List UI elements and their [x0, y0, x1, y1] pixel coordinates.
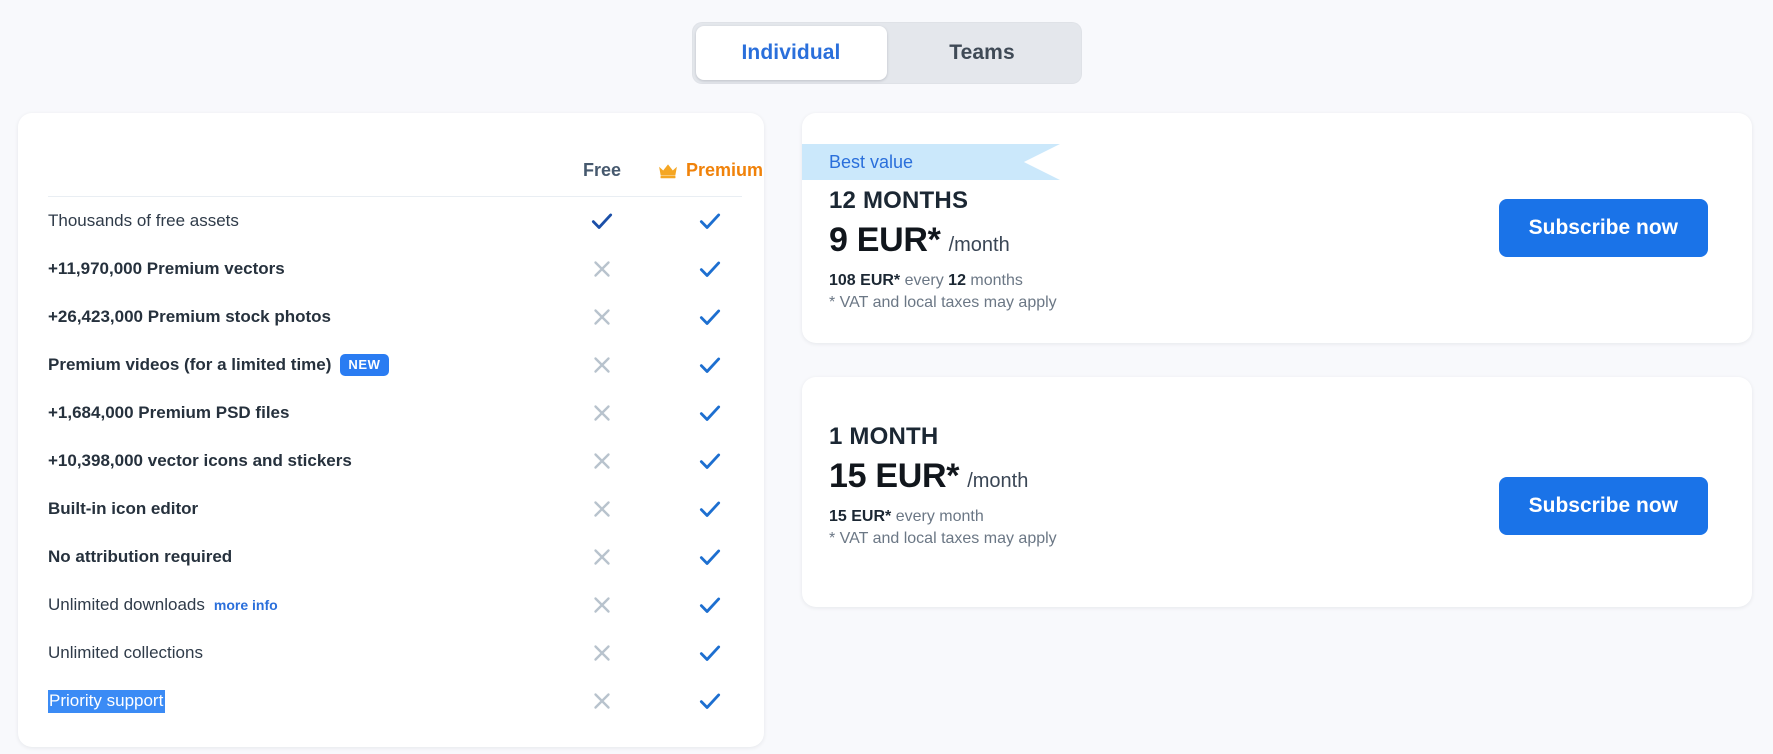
feature-comparison-card: Free Premium Thousands of free assets +11…: [18, 113, 764, 747]
check-icon-premium: [656, 256, 764, 282]
cross-icon-free: [548, 544, 656, 570]
plan-price-period: /month: [967, 470, 1029, 492]
plan-audience-switch: Individual Teams: [691, 22, 1082, 84]
feature-label-text: Priority support: [48, 689, 166, 713]
feature-label: +10,398,000 vector icons and stickers: [48, 451, 548, 471]
plan-billing-amount: 15 EUR*: [829, 508, 892, 525]
feature-row: No attribution required: [18, 533, 764, 581]
feature-label: Priority support: [48, 689, 548, 713]
feature-label: Premium videos (for a limited time) NEW: [48, 354, 548, 376]
feature-label-text: Premium videos (for a limited time): [48, 355, 332, 374]
feature-row: Thousands of free assets: [18, 197, 764, 245]
plan-price-period: /month: [948, 234, 1010, 256]
check-icon-premium: [656, 304, 764, 330]
column-header-premium-label: Premium: [685, 160, 764, 180]
cross-icon-free: [548, 496, 656, 522]
feature-row: Unlimited downloads more info: [18, 581, 764, 629]
check-icon-premium: [656, 400, 764, 426]
feature-label-text: Thousands of free assets: [48, 211, 239, 230]
plan-price-line: 15 EUR* /month: [829, 457, 1057, 496]
plan-price: 9 EUR*: [829, 221, 941, 259]
feature-label-text: Unlimited downloads: [48, 595, 205, 614]
feature-label: Built-in icon editor: [48, 499, 548, 519]
feature-label-text: Unlimited collections: [48, 643, 203, 662]
crown-icon: [657, 163, 679, 179]
check-icon-premium: [656, 640, 764, 666]
column-header-premium: Premium: [656, 160, 764, 185]
plan-card: Best value 12 MONTHS 9 EUR* /month 108 EUR* …: [802, 113, 1752, 343]
feature-label-text: +10,398,000 vector icons and stickers: [48, 451, 352, 470]
cross-icon-free: [548, 688, 656, 714]
feature-row: +26,423,000 Premium stock photos: [18, 293, 764, 341]
feature-row: +10,398,000 vector icons and stickers: [18, 437, 764, 485]
feature-row: Unlimited collections: [18, 629, 764, 677]
check-icon-premium: [656, 688, 764, 714]
plan-term: 12 MONTHS: [829, 187, 969, 214]
cross-icon-free: [548, 400, 656, 426]
cross-icon-free: [548, 256, 656, 282]
plan-vat-note: * VAT and local taxes may apply: [829, 294, 1057, 311]
plan-billing-amount: 108 EUR*: [829, 272, 901, 289]
cross-icon-free: [548, 352, 656, 378]
feature-label-text: +1,684,000 Premium PSD files: [48, 403, 290, 422]
check-icon-premium: [656, 448, 764, 474]
tab-teams[interactable]: Teams: [887, 26, 1078, 80]
plan-details: 12 MONTHS 9 EUR* /month 108 EUR* every 12 m…: [829, 187, 1057, 312]
feature-label-text: +11,970,000 Premium vectors: [48, 259, 285, 278]
feature-label: +26,423,000 Premium stock photos: [48, 307, 548, 327]
feature-row-list: Thousands of free assets +11,970,000 Prem…: [18, 197, 764, 725]
plan-audience-switch-wrapper: Individual Teams: [0, 22, 1773, 84]
column-header-free: Free: [582, 160, 622, 180]
cross-icon-free: [548, 304, 656, 330]
cross-icon-free: [548, 592, 656, 618]
check-icon-premium: [656, 544, 764, 570]
feature-row: Priority support: [18, 677, 764, 725]
plan-billing-suffix: months: [965, 272, 1023, 289]
feature-label-text: +26,423,000 Premium stock photos: [48, 307, 331, 326]
feature-label-text: No attribution required: [48, 547, 233, 566]
feature-row: Built-in icon editor: [18, 485, 764, 533]
plan-card: 1 MONTH 15 EUR* /month 15 EUR* every month *…: [802, 377, 1752, 607]
check-icon-premium: [656, 208, 764, 234]
plan-term: 1 MONTH: [829, 423, 939, 450]
feature-table-header: Free Premium: [18, 113, 764, 185]
plan-billing-prefix: every: [900, 272, 949, 289]
plan-details: 1 MONTH 15 EUR* /month 15 EUR* every month *…: [829, 423, 1057, 548]
feature-label: Thousands of free assets: [48, 211, 548, 231]
feature-label: No attribution required: [48, 547, 548, 567]
feature-row: +1,684,000 Premium PSD files: [18, 389, 764, 437]
check-icon-free: [548, 208, 656, 234]
plan-card-list: Best value 12 MONTHS 9 EUR* /month 108 EUR* …: [802, 113, 1752, 641]
feature-row: +11,970,000 Premium vectors: [18, 245, 764, 293]
subscribe-button[interactable]: Subscribe now: [1498, 199, 1708, 257]
feature-label: Unlimited downloads more info: [48, 595, 548, 615]
feature-label-text: Built-in icon editor: [48, 499, 199, 518]
plan-price-line: 9 EUR* /month: [829, 221, 1057, 260]
pricing-page: Individual Teams Free Premium Thousands …: [0, 0, 1773, 754]
plan-billing-prefix: every month: [891, 508, 984, 525]
check-icon-premium: [656, 592, 764, 618]
cross-icon-free: [548, 640, 656, 666]
plan-billing-period: 12: [948, 272, 966, 289]
more-info-link[interactable]: more info: [214, 597, 278, 613]
cross-icon-free: [548, 448, 656, 474]
subscribe-button[interactable]: Subscribe now: [1498, 476, 1708, 535]
new-badge: NEW: [340, 354, 389, 376]
plan-vat-note: * VAT and local taxes may apply: [829, 530, 1057, 547]
feature-row: Premium videos (for a limited time) NEW: [18, 341, 764, 389]
best-value-ribbon: Best value: [802, 144, 1060, 180]
feature-label: Unlimited collections: [48, 643, 548, 663]
feature-label: +11,970,000 Premium vectors: [48, 259, 548, 279]
plan-price: 15 EUR*: [829, 457, 960, 495]
plan-billing-summary: 15 EUR* every month: [829, 508, 1057, 526]
feature-label: +1,684,000 Premium PSD files: [48, 403, 548, 423]
plan-billing-summary: 108 EUR* every 12 months: [829, 272, 1057, 290]
check-icon-premium: [656, 496, 764, 522]
tab-individual[interactable]: Individual: [695, 26, 887, 80]
check-icon-premium: [656, 352, 764, 378]
